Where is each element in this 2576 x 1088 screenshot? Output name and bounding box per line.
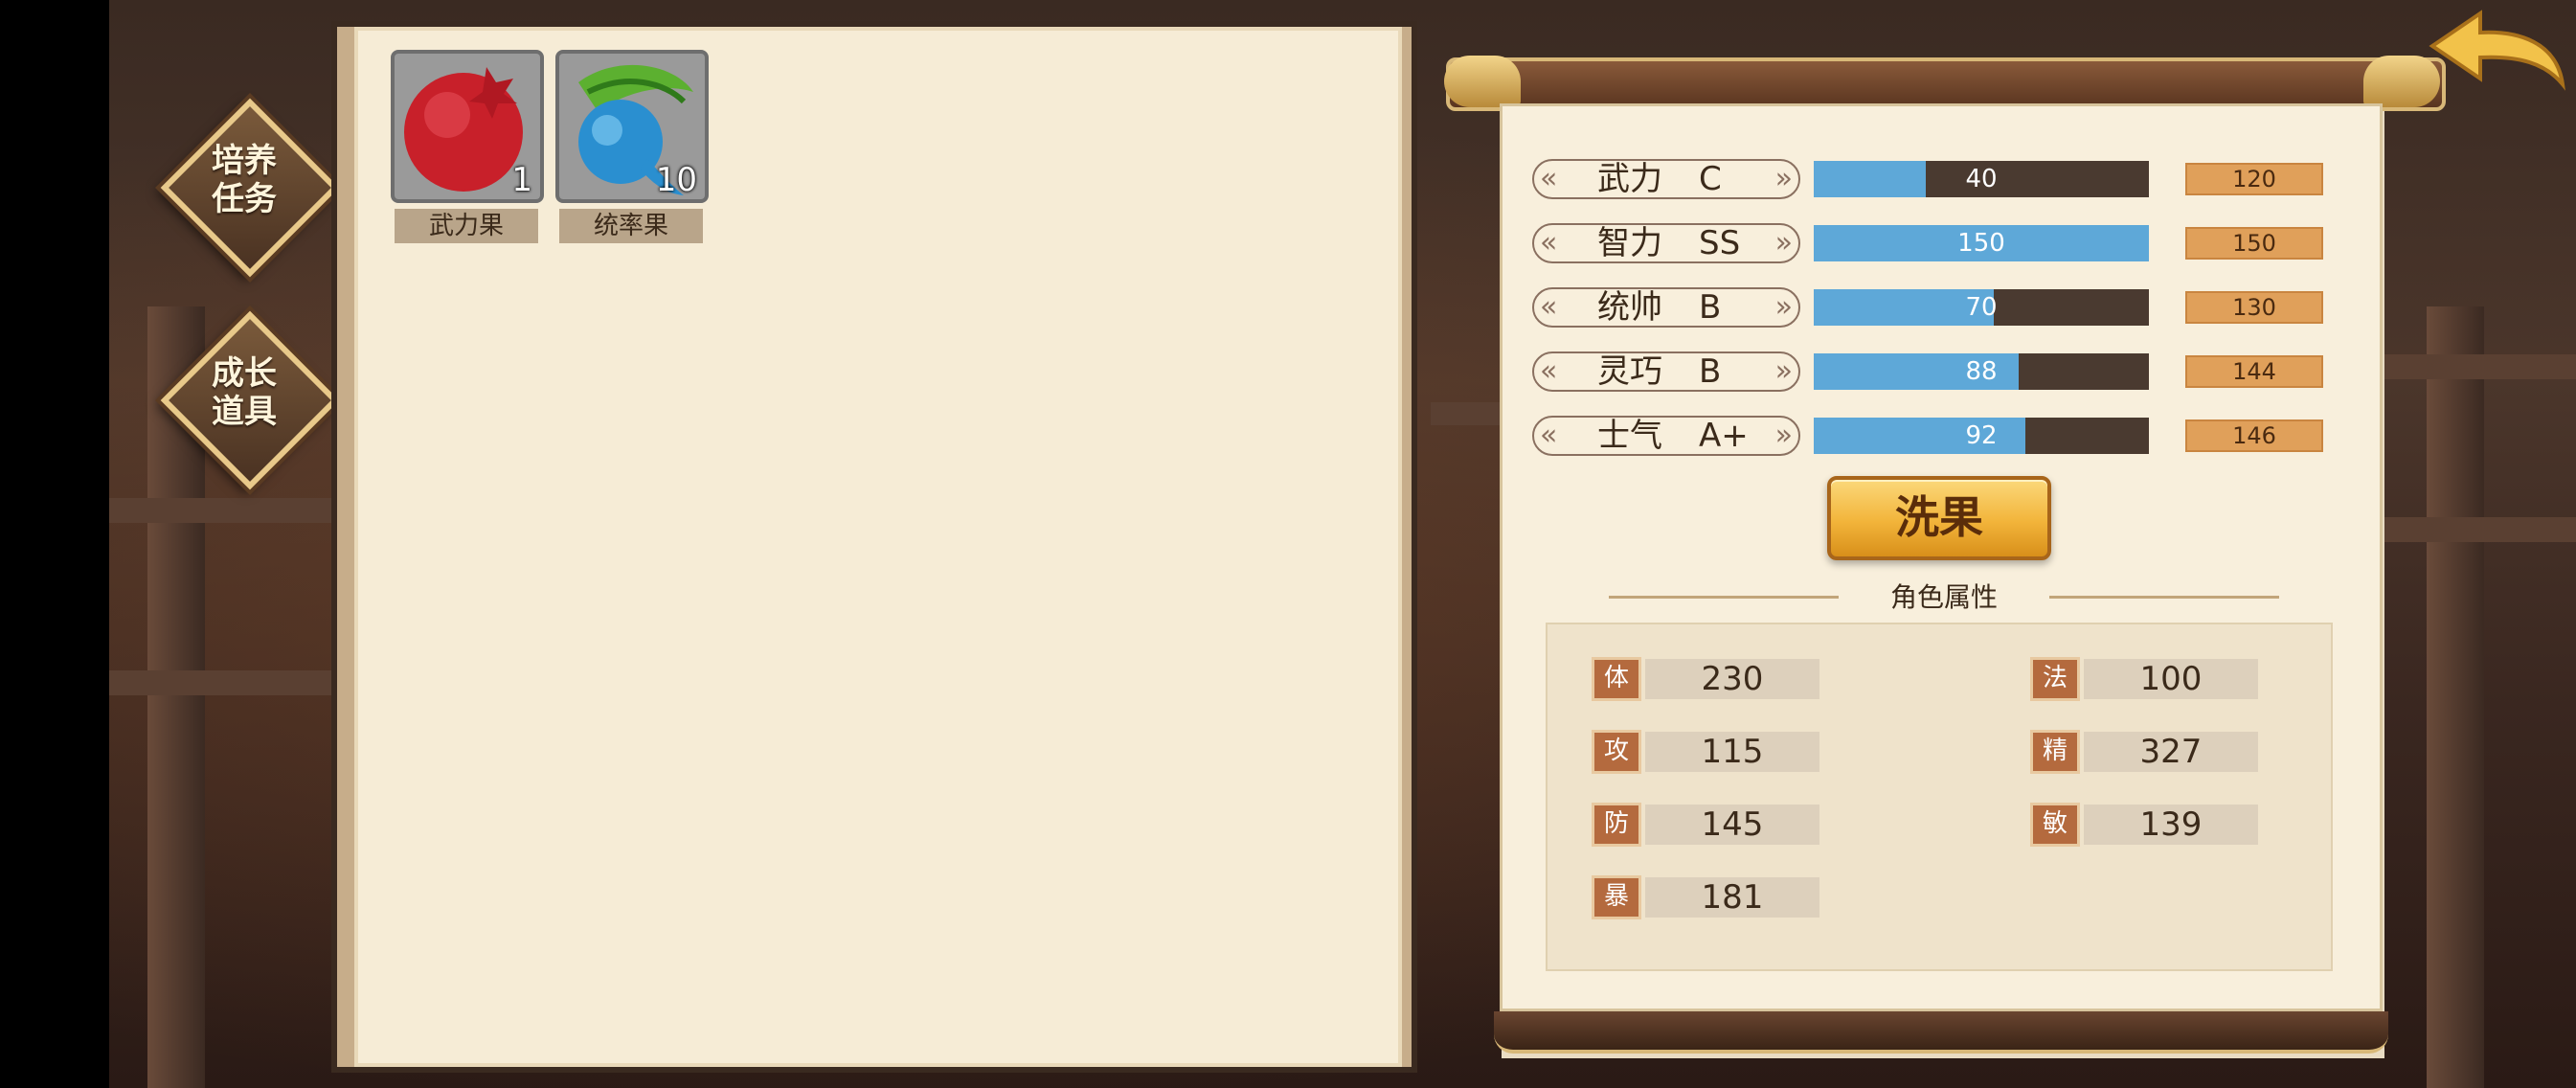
wood-rail xyxy=(2384,354,2576,379)
attr-agility: 敏 139 xyxy=(2030,803,2260,847)
stat-grade: A+ xyxy=(1699,417,1749,455)
attributes-title: 角色属性 xyxy=(1889,581,1998,613)
stat-label: « 武力 C » xyxy=(1532,159,1800,199)
stat-bar: 70 xyxy=(1814,289,2149,326)
stat-row-morale: « 士气 A+ » 92 146 xyxy=(1532,416,2346,458)
scroll-curl-left xyxy=(1444,56,1521,107)
attr-critical: 暴 181 xyxy=(1592,875,1821,919)
item-count: 1 xyxy=(511,161,532,199)
item-slot-power-fruit[interactable]: 1 xyxy=(391,50,544,203)
attr-spirit: 精 327 xyxy=(2030,730,2260,774)
stat-name: 统帅 xyxy=(1597,288,1662,327)
wood-rail xyxy=(2384,517,2576,542)
spirit-icon: 精 xyxy=(2030,730,2080,774)
wood-rail xyxy=(109,498,358,523)
item-slot-command-fruit[interactable]: 10 xyxy=(555,50,709,203)
agility-icon: 敏 xyxy=(2030,803,2080,847)
chevron-left-icon: « xyxy=(1540,162,1558,195)
attr-defense: 防 145 xyxy=(1592,803,1821,847)
stat-grade: SS xyxy=(1699,224,1741,262)
stat-name: 武力 xyxy=(1597,160,1662,198)
chevron-left-icon: « xyxy=(1540,354,1558,388)
attr-magic: 法 100 xyxy=(2030,657,2260,701)
defense-icon: 防 xyxy=(1592,803,1641,847)
stat-value: 40 xyxy=(1965,165,1998,193)
stat-row-agility: « 灵巧 B » 88 144 xyxy=(1532,351,2346,394)
stat-max: 144 xyxy=(2185,355,2323,388)
attr-value: 145 xyxy=(1645,805,1819,845)
attack-icon: 攻 xyxy=(1592,730,1641,774)
stat-label: « 士气 A+ » xyxy=(1532,416,1800,456)
stat-row-power: « 武力 C » 40 120 xyxy=(1532,159,2346,201)
back-arrow-icon xyxy=(2429,10,2565,91)
stat-label: « 灵巧 B » xyxy=(1532,351,1800,392)
stat-value: 70 xyxy=(1965,293,1998,322)
stamina-icon: 体 xyxy=(1592,657,1641,701)
item-name: 武力果 xyxy=(395,209,538,243)
stat-row-command: « 统帅 B » 70 130 xyxy=(1532,287,2346,329)
stat-bar: 92 xyxy=(1814,418,2149,454)
stat-grade: B xyxy=(1699,352,1722,391)
magic-icon: 法 xyxy=(2030,657,2080,701)
stat-name: 士气 xyxy=(1597,417,1662,455)
attr-value: 139 xyxy=(2084,805,2258,845)
chevron-right-icon: » xyxy=(1774,419,1793,452)
item-count: 10 xyxy=(655,161,697,199)
attr-value: 181 xyxy=(1645,877,1819,918)
stat-bar: 150 xyxy=(1814,225,2149,261)
chevron-right-icon: » xyxy=(1774,162,1793,195)
stat-label: « 统帅 B » xyxy=(1532,287,1800,328)
inventory-panel: 1 武力果 10 统率果 xyxy=(337,27,1412,1067)
stat-max: 150 xyxy=(2185,227,2323,260)
stat-max: 120 xyxy=(2185,163,2323,195)
attr-value: 115 xyxy=(1645,732,1819,772)
wash-fruit-button[interactable]: 洗果 xyxy=(1827,476,2051,560)
stat-name: 灵巧 xyxy=(1597,352,1662,391)
tab-growth-items-label: 成长 道具 xyxy=(212,354,277,431)
back-button[interactable] xyxy=(2423,8,2566,94)
critical-icon: 暴 xyxy=(1592,875,1641,919)
stat-grade: B xyxy=(1699,288,1722,327)
item-name: 统率果 xyxy=(559,209,703,243)
wood-post xyxy=(2427,306,2484,1088)
attr-value: 327 xyxy=(2084,732,2258,772)
stat-name: 智力 xyxy=(1597,224,1662,262)
attr-value: 230 xyxy=(1645,659,1819,699)
stat-bar: 88 xyxy=(1814,353,2149,390)
chevron-left-icon: « xyxy=(1540,290,1558,324)
stat-bar: 40 xyxy=(1814,161,2149,197)
stat-value: 150 xyxy=(1957,229,2005,258)
attr-attack: 攻 115 xyxy=(1592,730,1821,774)
stat-value: 88 xyxy=(1965,357,1998,386)
stat-value: 92 xyxy=(1965,421,1998,450)
chevron-right-icon: » xyxy=(1774,290,1793,324)
chevron-right-icon: » xyxy=(1774,226,1793,260)
divider-right xyxy=(2049,596,2279,599)
stat-label: « 智力 SS » xyxy=(1532,223,1800,263)
chevron-left-icon: « xyxy=(1540,419,1558,452)
tab-training-task-label: 培养 任务 xyxy=(212,142,277,218)
panel-bottom-bar xyxy=(1494,1011,2388,1054)
attr-value: 100 xyxy=(2084,659,2258,699)
stat-row-intelligence: « 智力 SS » 150 150 xyxy=(1532,223,2346,265)
stat-max: 146 xyxy=(2185,419,2323,452)
stat-grade: C xyxy=(1699,160,1722,198)
stat-max: 130 xyxy=(2185,291,2323,324)
chevron-left-icon: « xyxy=(1540,226,1558,260)
wood-rail xyxy=(109,670,358,695)
divider-left xyxy=(1609,596,1839,599)
attr-stamina: 体 230 xyxy=(1592,657,1821,701)
chevron-right-icon: » xyxy=(1774,354,1793,388)
